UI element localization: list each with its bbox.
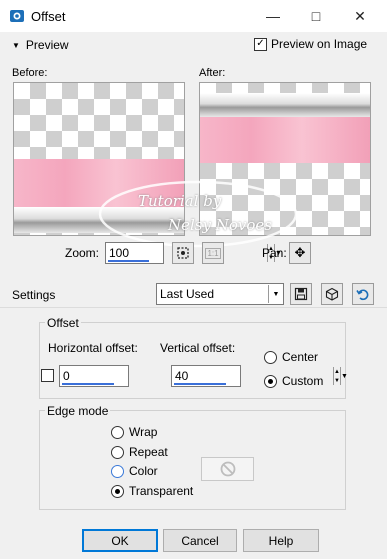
preset-value: Last Used [160,287,215,301]
edge-mode-color-radio[interactable]: Color [111,464,158,478]
edge-mode-wrap-label: Wrap [129,425,158,439]
zoom-level-bar [108,260,149,262]
move-icon: ✥ [294,245,306,260]
zoom-fit-icon [177,247,189,259]
after-pink-band [200,117,370,163]
pan-button[interactable]: ✥ [289,242,311,264]
actual-size-icon: 1:1 [205,247,221,259]
maximize-button[interactable]: □ [299,4,333,28]
after-silver-band [200,93,370,117]
edge-mode-repeat-label: Repeat [129,445,168,459]
center-radio[interactable]: Center [264,350,318,364]
ok-button[interactable]: OK [82,529,158,552]
before-label: Before: [12,67,48,79]
radio-off-icon [111,464,124,478]
vertical-offset-spinner[interactable]: ▲▼ ▼ [171,365,348,387]
save-icon [294,287,308,301]
no-color-icon [220,461,235,477]
zoom-spinner[interactable]: ▲▼ ▼ [105,242,282,264]
separator [0,307,387,308]
undo-arrow-icon [356,289,369,301]
offset-group-title: Offset [45,316,81,330]
vertical-offset-dropdown[interactable]: ▼ [339,367,348,385]
watermark-line2: Nelsy Novoes [168,216,272,234]
cube-icon [325,287,339,301]
preview-on-image-label: Preview on Image [271,37,368,51]
watermark-ellipse [98,180,298,248]
edge-mode-transparent-radio[interactable]: Transparent [111,484,193,498]
pan-label: Pan: [262,246,287,260]
watermark: Tutorial by Nelsy Novoes [96,178,300,250]
custom-radio[interactable]: Custom [264,374,323,388]
checkmark-icon: ✓ [254,37,267,51]
chevron-down-icon[interactable]: ▼ [268,285,283,303]
radio-off-icon [264,350,277,364]
preview-on-image-checkbox[interactable]: ✓ Preview on Image [254,37,367,51]
settings-label: Settings [12,288,56,302]
edge-mode-color-label: Color [129,464,158,478]
window-title: Offset [31,9,66,24]
minimize-button[interactable]: — [256,4,290,28]
edge-mode-repeat-radio[interactable]: Repeat [111,445,168,459]
radio-off-icon [111,425,124,439]
vertical-offset-bar [174,383,226,385]
zoom-label: Zoom: [65,246,100,260]
radio-on-icon [111,484,124,498]
horizontal-offset-spinner[interactable]: ▲▼ ▼ [59,365,236,387]
custom-label: Custom [282,374,324,388]
cancel-button[interactable]: Cancel [163,529,237,552]
reset-button[interactable] [321,283,343,305]
triangle-down-icon: ▼ [12,40,20,50]
edge-mode-title: Edge mode [45,404,111,418]
edge-color-swatch[interactable] [201,457,254,481]
watermark-line1: Tutorial by [138,192,222,210]
after-label: After: [199,67,226,79]
actual-size-button[interactable]: 1:1 [202,242,224,264]
vertical-offset-label: Vertical offset: [160,341,236,355]
preset-dropdown[interactable]: Last Used ▼ [156,283,284,305]
help-button[interactable]: Help [243,529,319,552]
radio-on-icon [264,374,277,388]
preview-toggle-label: Preview [25,38,69,52]
preview-toggle[interactable]: ▼ Preview [12,38,69,52]
center-label: Center [282,350,319,364]
horizontal-offset-label: Horizontal offset: [48,341,138,355]
radio-off-icon [111,445,124,459]
link-offset-checkbox[interactable] [41,369,54,382]
close-button[interactable]: ✕ [343,4,377,28]
vertical-offset-stepper[interactable]: ▲ ▼ [333,367,340,385]
app-icon [10,10,24,22]
edge-mode-transparent-label: Transparent [129,484,194,498]
load-preset-button[interactable] [352,283,374,305]
zoom-fit-button[interactable] [172,242,194,264]
save-preset-button[interactable] [290,283,312,305]
horizontal-offset-bar [62,383,114,385]
edge-mode-wrap-radio[interactable]: Wrap [111,425,157,439]
